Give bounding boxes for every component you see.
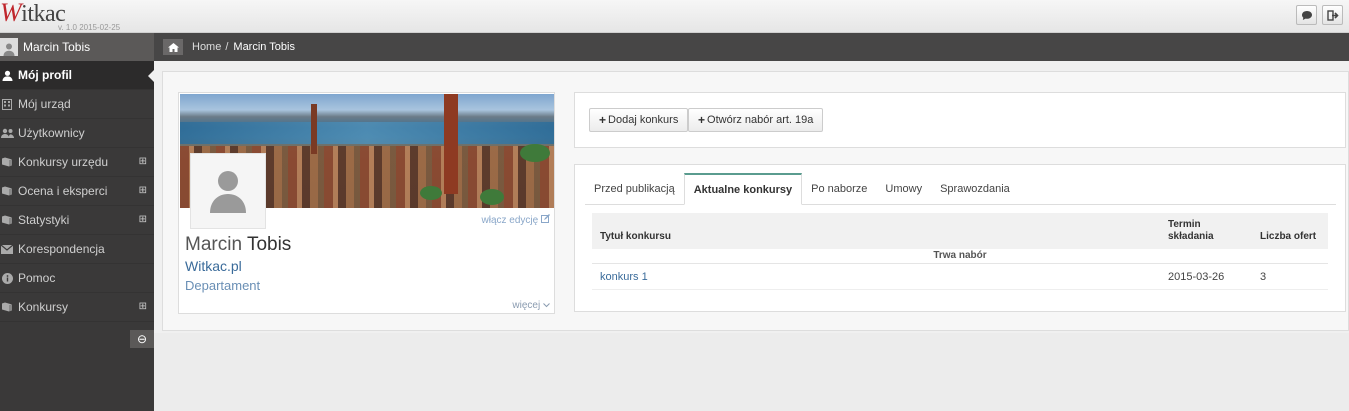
- sidebar-item-label: Mój profil: [18, 68, 72, 82]
- sidebar-collapse-button[interactable]: ⊖: [130, 330, 154, 348]
- expand-icon[interactable]: ⊞: [139, 214, 147, 225]
- user-silhouette-icon: [210, 171, 246, 213]
- sidebar-item-help[interactable]: Pomoc: [0, 264, 154, 293]
- page-background: [154, 333, 1349, 411]
- breadcrumb-home-link[interactable]: Home: [192, 41, 221, 53]
- expand-icon[interactable]: ⊞: [139, 156, 147, 167]
- contest-offers-count: 3: [1260, 271, 1267, 283]
- messages-button[interactable]: [1296, 5, 1317, 25]
- table-header: Tytuł konkursu Termin składania Liczba o…: [592, 213, 1328, 249]
- profile-card: włącz edycję Marcin Tobis Witkac.pl Depa…: [178, 92, 555, 314]
- breadcrumb: Home / Marcin Tobis: [154, 33, 1349, 61]
- book-icon: [0, 157, 14, 167]
- book-icon: [0, 215, 14, 225]
- book-icon: [0, 186, 14, 196]
- chevron-down-icon: [543, 303, 550, 308]
- profile-first-name: Marcin: [185, 234, 243, 255]
- sidebar-item-label: Konkursy urzędu: [18, 155, 109, 169]
- sidebar-item-label: Statystyki: [18, 213, 70, 227]
- tab-after-call[interactable]: Po naborze: [802, 173, 876, 204]
- top-bar: Witkac v. 1.0 2015-02-25: [0, 0, 1349, 33]
- sidebar-nav: Mój profil Mój urząd Użytkownicy Konkurs…: [0, 61, 154, 322]
- sidebar-item-label: Pomoc: [18, 271, 56, 285]
- breadcrumb-separator: /: [225, 41, 229, 53]
- column-header-title[interactable]: Tytuł konkursu: [600, 231, 671, 242]
- sidebar-item-label: Ocena i eksperci: [18, 184, 108, 198]
- users-icon: [0, 128, 14, 138]
- open-call-button[interactable]: + Otwórz nabór art. 19a: [688, 108, 824, 132]
- sidebar-item-my-profile[interactable]: Mój profil: [0, 61, 154, 90]
- sidebar: Marcin Tobis Mój profil Mój urząd Użytko…: [0, 33, 154, 411]
- sidebar-user-name: Marcin Tobis: [23, 40, 91, 54]
- home-button[interactable]: [163, 39, 183, 55]
- plus-icon: +: [599, 113, 607, 127]
- tab-agreements[interactable]: Umowy: [876, 173, 931, 204]
- edit-mode-link[interactable]: włącz edycję: [482, 214, 550, 226]
- profile-photo[interactable]: [190, 153, 266, 229]
- logout-icon: [1326, 9, 1339, 21]
- open-call-label: Otwórz nabór art. 19a: [707, 114, 814, 126]
- sidebar-item-contests[interactable]: Konkursy ⊞: [0, 293, 154, 322]
- edit-link-label: włącz edycję: [481, 215, 539, 226]
- table-group-row: Trwa nabór: [592, 249, 1328, 264]
- app-version: v. 1.0 2015-02-25: [58, 23, 121, 32]
- actions-card: + Dodaj konkurs + Otwórz nabór art. 19a: [574, 92, 1346, 148]
- edit-icon: [541, 214, 550, 223]
- info-icon: [0, 272, 14, 284]
- chat-bubble-icon: [1301, 10, 1312, 20]
- plus-icon: +: [698, 113, 706, 127]
- column-header-deadline-line1: Termin: [1168, 219, 1201, 230]
- profile-last-name: Tobis: [246, 234, 292, 255]
- tab-reports[interactable]: Sprawozdania: [931, 173, 1019, 204]
- logo-initial: W: [0, 0, 22, 27]
- sidebar-item-correspondence[interactable]: Korespondencja: [0, 235, 154, 264]
- add-contest-label: Dodaj konkurs: [608, 114, 679, 126]
- contests-card: Przed publikacją Aktualne konkursy Po na…: [574, 164, 1346, 312]
- home-icon: [167, 42, 179, 52]
- profile-organization[interactable]: Witkac.pl: [185, 258, 242, 274]
- column-header-deadline[interactable]: Termin składania: [1168, 219, 1214, 243]
- contests-table: Tytuł konkursu Termin składania Liczba o…: [592, 213, 1328, 290]
- contest-title-link[interactable]: konkurs 1: [600, 271, 648, 283]
- profile-name: Marcin Tobis: [185, 234, 291, 256]
- tab-before-publication[interactable]: Przed publikacją: [585, 173, 684, 204]
- tab-bar: Przed publikacją Aktualne konkursy Po na…: [585, 173, 1336, 205]
- sidebar-item-office-contests[interactable]: Konkursy urzędu ⊞: [0, 148, 154, 177]
- sidebar-item-users[interactable]: Użytkownicy: [0, 119, 154, 148]
- profile-panel: włącz edycję Marcin Tobis Witkac.pl Depa…: [162, 71, 1349, 331]
- sidebar-user[interactable]: Marcin Tobis: [0, 33, 154, 61]
- table-row: konkurs 1 2015-03-26 3: [592, 264, 1328, 290]
- user-silhouette-icon: [3, 43, 15, 56]
- add-contest-button[interactable]: + Dodaj konkurs: [589, 108, 689, 132]
- collapse-arrow-icon: ⊖: [136, 332, 148, 346]
- more-link-label: więcej: [512, 300, 541, 311]
- sidebar-item-label: Mój urząd: [18, 97, 71, 111]
- sidebar-item-evaluation[interactable]: Ocena i eksperci ⊞: [0, 177, 154, 206]
- column-header-offers[interactable]: Liczba ofert: [1260, 231, 1316, 242]
- tab-current-contests[interactable]: Aktualne konkursy: [683, 173, 803, 205]
- building-icon: [0, 98, 14, 110]
- envelope-icon: [0, 244, 14, 254]
- sidebar-item-label: Użytkownicy: [18, 126, 85, 140]
- sidebar-item-my-office[interactable]: Mój urząd: [0, 90, 154, 119]
- profile-department: Departament: [185, 278, 261, 293]
- sidebar-item-label: Konkursy: [18, 300, 69, 314]
- main-content: włącz edycję Marcin Tobis Witkac.pl Depa…: [154, 61, 1349, 411]
- avatar: [0, 38, 18, 56]
- sidebar-item-statistics[interactable]: Statystyki ⊞: [0, 206, 154, 235]
- column-header-deadline-line2: składania: [1168, 231, 1214, 242]
- expand-icon[interactable]: ⊞: [139, 301, 147, 312]
- app-logo[interactable]: Witkac: [0, 0, 66, 28]
- logout-button[interactable]: [1322, 5, 1343, 25]
- breadcrumb-current: Marcin Tobis: [233, 41, 295, 53]
- book-icon: [0, 302, 14, 312]
- user-icon: [0, 70, 14, 81]
- expand-icon[interactable]: ⊞: [139, 185, 147, 196]
- sidebar-item-label: Korespondencja: [18, 242, 105, 256]
- contest-deadline: 2015-03-26: [1168, 271, 1225, 283]
- more-link[interactable]: więcej: [512, 300, 550, 311]
